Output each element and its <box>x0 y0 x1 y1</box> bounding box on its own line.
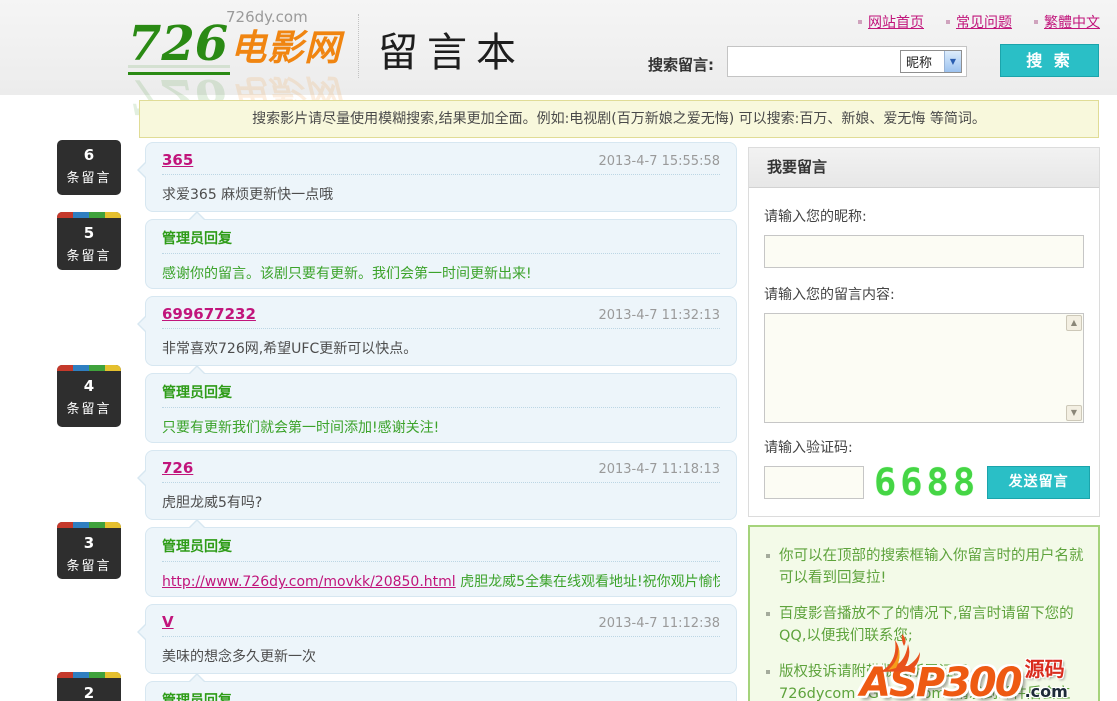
admin-reply-title: 管理员回复 <box>162 382 720 402</box>
message-user-link[interactable]: 699677232 <box>162 305 256 323</box>
message-user-link[interactable]: 365 <box>162 151 193 169</box>
nickname-label: 请输入您的昵称: <box>764 206 1084 226</box>
message-content-editable[interactable] <box>765 314 1065 422</box>
admin-reply-content: http://www.726dy.com/movkk/20850.html 虎胆… <box>162 571 720 591</box>
post-message-panel: 我要留言 请输入您的昵称: 请输入您的留言内容: ▲ ▼ 请输入验证码: 668… <box>748 147 1100 517</box>
bullet-icon <box>766 612 770 616</box>
captcha-code-image: 6688 <box>874 466 979 499</box>
bullet-icon <box>1034 20 1038 24</box>
dotted-separator <box>162 328 720 329</box>
message-count-badge: 6 条留言 <box>57 140 121 195</box>
badge-color-stripe <box>57 212 121 218</box>
nav-link-faq[interactable]: 常见问题 <box>946 12 1012 32</box>
message-card: 365 2013-4-7 15:55:58 求爱365 麻烦更新快一点哦 <box>145 142 737 212</box>
message-user-link[interactable]: V <box>162 613 174 631</box>
tip-item: 你可以在顶部的搜索框输入你留言时的用户名就可以看到回复拉! <box>764 545 1084 590</box>
dotted-separator <box>162 482 720 483</box>
header-divider <box>358 14 359 78</box>
tips-panel: 你可以在顶部的搜索框输入你留言时的用户名就可以看到回复拉! 百度影音播放不了的情… <box>748 525 1100 701</box>
message-count-badge: 4 条留言 <box>57 365 121 427</box>
submit-message-button[interactable]: 发送留言 <box>987 466 1090 499</box>
message-date: 2013-4-7 15:55:58 <box>598 154 720 169</box>
dotted-separator <box>162 253 720 254</box>
admin-reply-card: 管理员回复 <box>145 681 737 701</box>
message-count-badge: 3 条留言 <box>57 522 121 579</box>
scroll-down-icon[interactable]: ▼ <box>1066 405 1082 421</box>
admin-reply-title: 管理员回复 <box>162 690 720 701</box>
nav-link-traditional-chinese[interactable]: 繁體中文 <box>1034 12 1100 32</box>
tip-item: 百度影音播放不了的情况下,留言时请留下您的QQ,以便我们联系您; <box>764 603 1084 648</box>
search-button[interactable]: 搜 索 <box>1000 44 1099 77</box>
message-count-badge: 5 条留言 <box>57 212 121 270</box>
message-date: 2013-4-7 11:32:13 <box>598 308 720 323</box>
admin-reply-card: 管理员回复 http://www.726dy.com/movkk/20850.h… <box>145 527 737 597</box>
admin-reply-card: 管理员回复 只要有更新我们就会第一时间添加!感谢关注! <box>145 373 737 443</box>
nickname-input[interactable] <box>764 235 1084 268</box>
nav-link-home[interactable]: 网站首页 <box>858 12 924 32</box>
post-panel-title: 我要留言 <box>749 148 1099 188</box>
message-content: 求爱365 麻烦更新快一点哦 <box>162 184 720 204</box>
search-box: 昵称 ▼ <box>727 46 967 77</box>
message-content-textarea[interactable]: ▲ ▼ <box>764 313 1084 423</box>
bullet-icon <box>946 20 950 24</box>
message-list: 365 2013-4-7 15:55:58 求爱365 麻烦更新快一点哦 管理员… <box>145 142 737 701</box>
dotted-separator <box>162 174 720 175</box>
search-field-select[interactable]: 昵称 ▼ <box>900 50 962 73</box>
message-content: 美味的想念多久更新一次 <box>162 646 720 666</box>
message-content: 非常喜欢726网,希望UFC更新可以快点。 <box>162 338 720 358</box>
site-header: 726dy.com 726电影网 726电影网 留言本 网站首页 常见问题 繁體… <box>0 0 1117 95</box>
message-date: 2013-4-7 11:18:13 <box>598 462 720 477</box>
badge-color-stripe <box>57 522 121 528</box>
message-date: 2013-4-7 11:12:38 <box>598 616 720 631</box>
admin-reply-content: 只要有更新我们就会第一时间添加!感谢关注! <box>162 417 720 437</box>
search-label: 搜索留言: <box>648 54 714 75</box>
page-title: 留言本 <box>378 20 525 78</box>
reply-movie-link[interactable]: http://www.726dy.com/movkk/20850.html <box>162 574 456 590</box>
search-field-selected: 昵称 <box>906 52 932 71</box>
tip-item: 版权投诉请附带版权所属证明726dycom#Gmail.com ,请发到邮件后会… <box>764 661 1084 701</box>
message-user-link[interactable]: 726 <box>162 459 193 477</box>
captcha-input[interactable] <box>764 466 864 499</box>
admin-reply-card: 管理员回复 感谢你的留言。该剧只要有更新。我们会第一时间更新出来! <box>145 219 737 289</box>
admin-reply-content: 感谢你的留言。该剧只要有更新。我们会第一时间更新出来! <box>162 263 720 283</box>
search-input[interactable] <box>730 49 896 74</box>
message-count-badge: 2 条留言 <box>57 672 121 701</box>
content-label: 请输入您的留言内容: <box>764 284 1084 304</box>
bullet-icon <box>858 20 862 24</box>
message-card: 699677232 2013-4-7 11:32:13 非常喜欢726网,希望U… <box>145 296 737 366</box>
dotted-separator <box>162 636 720 637</box>
captcha-label: 请输入验证码: <box>764 437 1084 457</box>
logo-main: 726电影网 <box>128 16 341 72</box>
top-nav: 网站首页 常见问题 繁體中文 <box>858 12 1100 32</box>
badge-color-stripe <box>57 672 121 678</box>
dropdown-arrow-icon[interactable]: ▼ <box>944 51 961 72</box>
message-content: 虎胆龙威5有吗? <box>162 492 720 512</box>
message-card: 726 2013-4-7 11:18:13 虎胆龙威5有吗? <box>145 450 737 520</box>
bullet-icon <box>766 554 770 558</box>
logo-suffix: 电影网 <box>230 28 341 69</box>
dotted-separator <box>162 561 720 562</box>
admin-reply-title: 管理员回复 <box>162 228 720 248</box>
guestbook-page: 726dy.com 726电影网 726电影网 留言本 网站首页 常见问题 繁體… <box>0 0 1117 701</box>
admin-reply-title: 管理员回复 <box>162 536 720 556</box>
notice-bar: 搜索影片请尽量使用模糊搜索,结果更加全面。例如:电视剧(百万新娘之爱无悔) 可以… <box>139 100 1099 138</box>
badge-color-stripe <box>57 365 121 371</box>
dotted-separator <box>162 407 720 408</box>
message-card: V 2013-4-7 11:12:38 美味的想念多久更新一次 <box>145 604 737 674</box>
scroll-up-icon[interactable]: ▲ <box>1066 315 1082 331</box>
bullet-icon <box>766 670 770 674</box>
